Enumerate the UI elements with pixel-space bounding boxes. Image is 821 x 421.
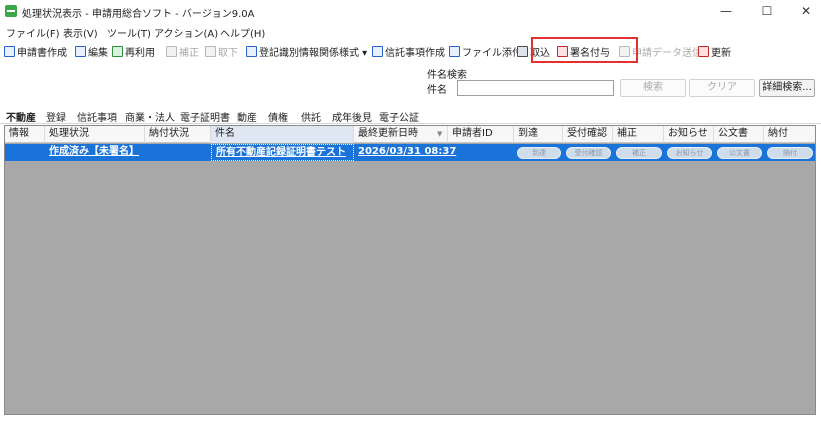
table-row[interactable]: 作成済み【未署名】 所有不動産記録証明書テスト 2026/03/31 08:37… xyxy=(5,144,815,161)
new-document-icon xyxy=(4,46,15,57)
col-status[interactable]: 処理状況 xyxy=(45,126,145,143)
edit-icon xyxy=(75,46,86,57)
create-application-button[interactable]: 申請書作成 xyxy=(4,44,67,59)
amendment-button[interactable]: 補正 xyxy=(616,147,662,159)
sort-descending-icon: ▼ xyxy=(437,130,443,138)
refresh-button[interactable]: 更新 xyxy=(698,44,731,59)
highlight-annotation xyxy=(531,37,638,63)
receipt-confirmation-button[interactable]: 受付確認 xyxy=(566,147,611,159)
search-field-label: 件名 xyxy=(427,85,447,96)
withdraw-icon xyxy=(205,46,216,57)
minimize-button[interactable]: — xyxy=(706,0,746,22)
edit-button[interactable]: 編集 xyxy=(75,44,108,59)
tab-deposit[interactable]: 供託 xyxy=(301,109,321,124)
tab-commercial-corporate[interactable]: 商業・法人 xyxy=(125,109,175,124)
menu-bar: ファイル(F) 表示(V) ツール(T) アクション(A) ヘルプ(H) xyxy=(0,22,821,40)
cell-info xyxy=(5,144,45,161)
col-applicant-id[interactable]: 申請者ID xyxy=(448,126,514,143)
grid-header: 情報 処理状況 納付状況 件名 最終更新日時 ▼ 申請者ID 到達 受付確認 補… xyxy=(5,126,815,143)
app-icon xyxy=(5,5,17,17)
subject-search-input[interactable] xyxy=(457,80,614,96)
col-amendment[interactable]: 補正 xyxy=(613,126,664,143)
toolbar: 申請書作成 編集 再利用 補正 取下 登記識別情報関係様式 ▾ 信託事項作成 フ… xyxy=(0,40,821,62)
official-document-button[interactable]: 公文書 xyxy=(717,147,762,159)
menu-help[interactable]: ヘルプ(H) xyxy=(220,25,265,40)
trust-icon xyxy=(372,46,383,57)
tab-real-estate[interactable]: 不動産 xyxy=(6,109,36,124)
amend-icon xyxy=(166,46,177,57)
cell-last-updated: 2026/03/31 08:37 xyxy=(358,146,457,157)
clear-button[interactable]: クリア xyxy=(689,79,755,97)
col-info[interactable]: 情報 xyxy=(5,126,45,143)
attach-file-button[interactable]: ファイル添付 xyxy=(449,44,522,59)
status-grid: 情報 処理状況 納付状況 件名 最終更新日時 ▼ 申請者ID 到達 受付確認 補… xyxy=(4,125,816,415)
cell-applicant-id xyxy=(448,144,514,161)
col-subject[interactable]: 件名 xyxy=(211,126,354,143)
cell-payment-status xyxy=(145,144,211,161)
menu-action[interactable]: アクション(A) xyxy=(154,25,218,40)
col-official-document[interactable]: 公文書 xyxy=(714,126,764,143)
notice-button[interactable]: お知らせ xyxy=(667,147,712,159)
col-receipt-confirmation[interactable]: 受付確認 xyxy=(563,126,613,143)
amend-button[interactable]: 補正 xyxy=(166,44,199,59)
search-button[interactable]: 検索 xyxy=(620,79,686,97)
category-tab-bar: 不動産 登録 信託事項 商業・法人 電子証明書 動産 債権 供託 成年後見 電子… xyxy=(0,106,821,124)
refresh-icon xyxy=(698,46,709,57)
window-title: 処理状況表示 - 申請用総合ソフト - バージョン9.0A xyxy=(22,9,255,20)
withdraw-button[interactable]: 取下 xyxy=(205,44,238,59)
col-last-updated[interactable]: 最終更新日時 xyxy=(354,126,448,143)
detail-search-button[interactable]: 詳細検索... xyxy=(759,79,815,97)
search-group-label: 件名検索 xyxy=(427,70,467,81)
tab-adult-guardianship[interactable]: 成年後見 xyxy=(332,109,372,124)
registry-forms-dropdown[interactable]: 登記識別情報関係様式 ▾ xyxy=(246,44,367,59)
tab-e-notarization[interactable]: 電子公証 xyxy=(379,109,419,124)
col-notice[interactable]: お知らせ xyxy=(664,126,714,143)
menu-view[interactable]: 表示(V) xyxy=(63,25,98,40)
subject-search-panel: 件名検索 件名 検索 クリア 詳細検索... xyxy=(0,62,821,104)
cell-subject[interactable]: 所有不動産記録証明書テスト xyxy=(211,144,354,161)
tab-movables[interactable]: 動産 xyxy=(237,109,257,124)
arrival-button[interactable]: 到達 xyxy=(517,147,561,159)
tab-trust-matters[interactable]: 信託事項 xyxy=(77,109,117,124)
tab-claims[interactable]: 債権 xyxy=(268,109,288,124)
forms-icon xyxy=(246,46,257,57)
tab-e-certificate[interactable]: 電子証明書 xyxy=(180,109,230,124)
payment-button[interactable]: 納付 xyxy=(767,147,813,159)
trust-matter-button[interactable]: 信託事項作成 xyxy=(372,44,445,59)
reuse-button[interactable]: 再利用 xyxy=(112,44,155,59)
title-bar: 処理状況表示 - 申請用総合ソフト - バージョン9.0A — ☐ ✕ xyxy=(0,0,821,22)
reuse-icon xyxy=(112,46,123,57)
tab-registration[interactable]: 登録 xyxy=(46,109,66,124)
close-button[interactable]: ✕ xyxy=(786,0,821,22)
attach-file-icon xyxy=(449,46,460,57)
maximize-button[interactable]: ☐ xyxy=(747,0,787,22)
menu-file[interactable]: ファイル(F) xyxy=(6,25,60,40)
import-icon xyxy=(517,46,528,57)
col-payment-status[interactable]: 納付状況 xyxy=(145,126,211,143)
cell-status[interactable]: 作成済み【未署名】 xyxy=(45,144,145,161)
col-arrival[interactable]: 到達 xyxy=(514,126,563,143)
menu-tools[interactable]: ツール(T) xyxy=(107,25,151,40)
col-payment[interactable]: 納付 xyxy=(764,126,815,143)
